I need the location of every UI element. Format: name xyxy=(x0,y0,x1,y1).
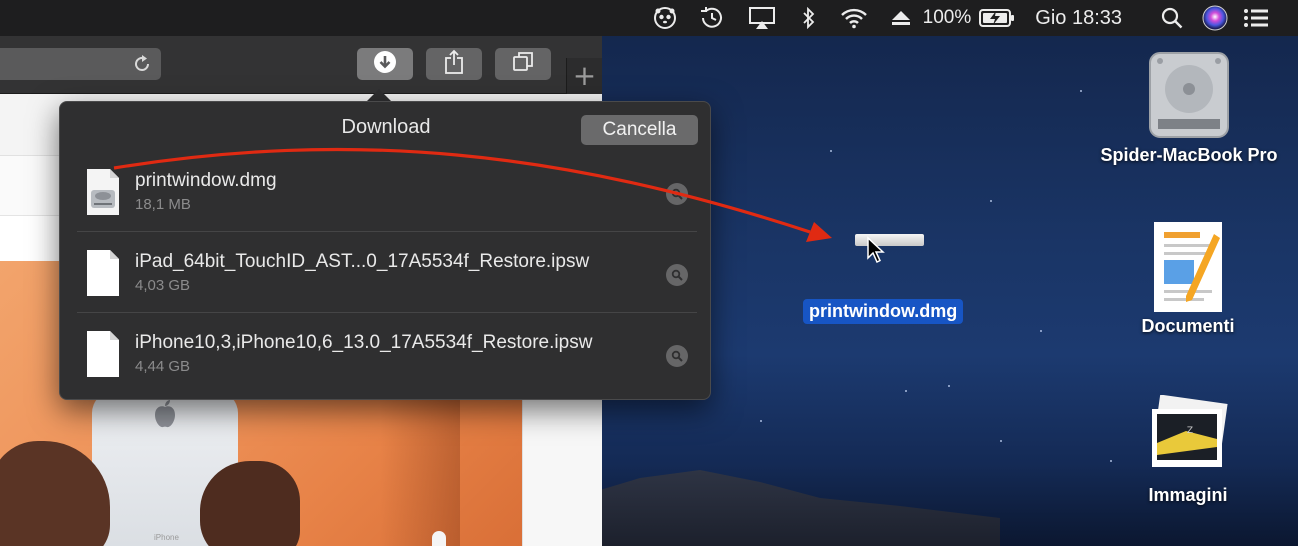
notification-center-icon[interactable] xyxy=(1236,0,1276,36)
reveal-in-finder-icon[interactable] xyxy=(666,345,688,367)
eject-icon[interactable] xyxy=(879,0,923,36)
desktop-icon-macbook[interactable]: Spider-MacBook Pro xyxy=(1094,45,1284,166)
new-tab-button[interactable]: + xyxy=(566,58,602,94)
apple-pencil xyxy=(432,531,446,546)
right-hand xyxy=(200,461,300,546)
download-item[interactable]: iPad_64bit_TouchID_AST...0_17A5534f_Rest… xyxy=(77,233,697,313)
tabs-overview-button[interactable] xyxy=(495,48,551,80)
battery-percentage: 100% xyxy=(922,7,972,28)
siri-icon[interactable] xyxy=(1194,0,1236,36)
download-filename: iPhone10,3,iPhone10,6_13.0_17A5534f_Rest… xyxy=(135,332,593,353)
download-arrow-icon xyxy=(373,50,397,79)
tabs-overview-icon xyxy=(512,51,534,78)
desktop-icon-label: Immagini xyxy=(1148,485,1228,505)
download-size: 18,1 MB xyxy=(135,196,191,213)
reload-icon[interactable] xyxy=(132,54,152,79)
photos-stack-icon: Z xyxy=(1146,394,1230,485)
pages-document-icon xyxy=(1152,220,1224,316)
document-icon xyxy=(85,249,121,297)
panda-icon[interactable] xyxy=(643,0,687,36)
menu-bar: 100% Gio 18:33 xyxy=(0,0,1298,36)
iphone-wordmark: iPhone xyxy=(154,533,179,542)
download-item[interactable]: iPhone10,3,iPhone10,6_13.0_17A5534f_Rest… xyxy=(77,314,697,394)
hard-drive-icon xyxy=(1144,45,1234,145)
apple-logo-icon xyxy=(152,399,178,429)
share-icon xyxy=(443,49,465,80)
mouse-pointer-icon xyxy=(866,236,886,269)
search-icon[interactable] xyxy=(1150,0,1194,36)
address-bar[interactable] xyxy=(0,48,161,80)
download-item[interactable]: printwindow.dmg 18,1 MB xyxy=(77,152,697,232)
downloads-button[interactable] xyxy=(357,48,413,80)
battery-charging-icon[interactable] xyxy=(977,0,1017,36)
wifi-icon[interactable] xyxy=(829,0,879,36)
document-icon xyxy=(85,330,121,378)
reveal-in-finder-icon[interactable] xyxy=(666,264,688,286)
disk-image-icon xyxy=(85,168,121,216)
time-machine-icon[interactable] xyxy=(687,0,735,36)
desktop-icon-documenti[interactable]: Documenti xyxy=(1118,220,1258,337)
share-button[interactable] xyxy=(426,48,482,80)
downloads-popover: Download Cancella printwindow.dmg 18,1 M… xyxy=(59,101,711,400)
menu-bar-clock[interactable]: Gio 18:33 xyxy=(1035,0,1122,36)
clear-downloads-button[interactable]: Cancella xyxy=(581,115,698,145)
plus-icon: + xyxy=(572,59,597,92)
safari-toolbar: + xyxy=(0,36,602,94)
desktop-icon-label: Spider-MacBook Pro xyxy=(1100,145,1278,165)
desktop-icon-label: Documenti xyxy=(1141,316,1235,336)
bluetooth-icon[interactable] xyxy=(789,0,829,36)
mountain-silhouette xyxy=(600,470,1000,546)
download-filename: iPad_64bit_TouchID_AST...0_17A5534f_Rest… xyxy=(135,251,590,272)
download-size: 4,03 GB xyxy=(135,277,191,294)
download-filename: printwindow.dmg xyxy=(135,170,277,191)
airplay-icon[interactable] xyxy=(735,0,789,36)
download-size: 4,44 GB xyxy=(135,358,191,375)
reveal-in-finder-icon[interactable] xyxy=(666,183,688,205)
desktop-icon-immagini[interactable]: Z Immagini xyxy=(1128,394,1248,506)
dragged-file-label[interactable]: printwindow.dmg xyxy=(803,299,964,324)
svg-text:Z: Z xyxy=(1187,426,1193,436)
